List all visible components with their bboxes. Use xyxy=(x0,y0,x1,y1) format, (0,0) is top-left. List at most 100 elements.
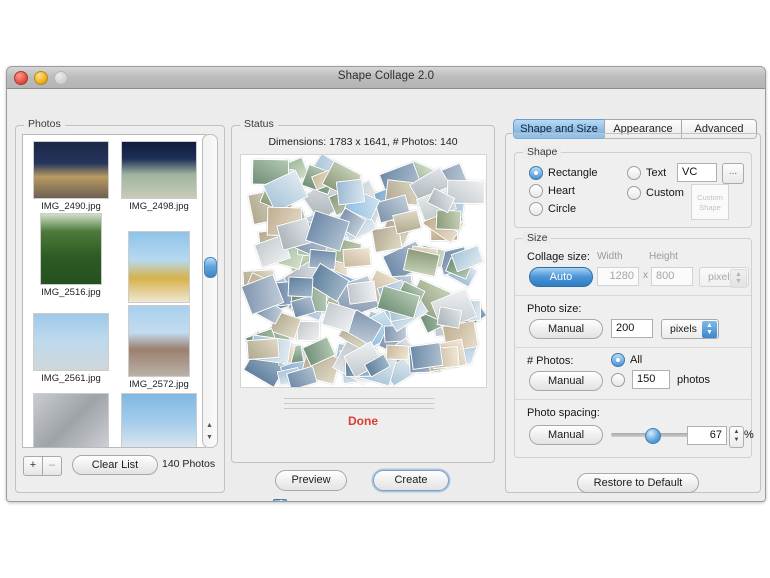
dimensions-label: Dimensions: 1783 x 1641, # Photos: 140 xyxy=(232,136,494,148)
list-item[interactable]: IMG_2572.jpg xyxy=(115,305,203,390)
photo-filename: IMG_2572.jpg xyxy=(115,379,203,390)
collage-size-label: Collage size: xyxy=(527,251,590,263)
radio-custom-photos-icon[interactable] xyxy=(611,373,625,387)
photo-size-mode-button[interactable]: Manual xyxy=(529,319,603,339)
collage-size-mode-button[interactable]: Auto xyxy=(529,267,593,287)
custom-shape-placeholder-line2: Shape xyxy=(692,203,728,213)
num-photos-label: # Photos: xyxy=(527,355,573,367)
collage-photo-tile xyxy=(247,338,280,360)
photo-size-label: Photo size: xyxy=(527,303,581,315)
photo-filename: IMG_2561.jpg xyxy=(27,373,115,384)
radio-text-icon[interactable] xyxy=(627,166,641,180)
radio-heart[interactable]: Heart xyxy=(529,184,575,198)
title-bar[interactable]: Shape Collage 2.0 xyxy=(7,67,765,89)
photo-size-input[interactable]: 200 xyxy=(611,319,653,338)
scroll-up-icon[interactable]: ▲ xyxy=(204,420,215,432)
create-button[interactable]: Create xyxy=(373,470,449,491)
num-photos-input[interactable]: 150 xyxy=(632,370,670,389)
radio-custom-photos[interactable] xyxy=(611,373,625,387)
photo-spacing-label: Photo spacing: xyxy=(527,407,600,419)
progress-indicator xyxy=(284,398,434,413)
scrollbar-thumb[interactable] xyxy=(204,257,217,278)
radio-custom[interactable]: Custom xyxy=(627,186,684,200)
scroll-down-icon[interactable]: ▼ xyxy=(204,432,215,444)
photo-size-units-select[interactable]: pixels ▲▼ xyxy=(661,319,719,339)
spacing-stepper[interactable]: ▲▼ xyxy=(729,426,744,448)
chevron-updown-icon: ▲▼ xyxy=(702,321,717,338)
photo-list[interactable]: IMG_2490.jpg IMG_2498.jpg IMG_2516.jpg xyxy=(22,134,206,448)
collage-photo-tile xyxy=(297,321,321,342)
shape-text-input[interactable]: VC xyxy=(677,163,717,182)
status-panel: Status Dimensions: 1783 x 1641, # Photos… xyxy=(231,125,495,463)
radio-heart-icon[interactable] xyxy=(529,184,543,198)
collage-width-input[interactable]: 1280 xyxy=(597,267,639,286)
shape-section-legend: Shape xyxy=(523,146,561,158)
spacing-unit-label: % xyxy=(744,429,754,441)
photo-filename: IMG_2490.jpg xyxy=(27,201,115,212)
num-photos-suffix: photos xyxy=(677,374,710,386)
photo-thumbnail xyxy=(121,393,197,448)
dimension-separator: x xyxy=(643,270,648,281)
collage-height-input[interactable]: 800 xyxy=(651,267,693,286)
collage-photo-tile xyxy=(409,342,443,370)
list-item[interactable]: IMG_2525.jpg xyxy=(115,231,203,316)
collage-photo-tile xyxy=(342,247,371,268)
photo-filename: IMG_2516.jpg xyxy=(27,287,115,298)
collage-units-select[interactable]: pixels ▲▼ xyxy=(699,267,749,287)
height-label: Height xyxy=(649,251,678,262)
screen: Shape Collage 2.0 Photos IMG_2490.jpg IM… xyxy=(0,0,770,578)
radio-circle-label: Circle xyxy=(548,203,576,215)
collage-photo-tile xyxy=(346,281,376,305)
photo-thumbnail xyxy=(40,213,102,285)
watch-animation-label: Watch layout animation xyxy=(292,500,406,502)
settings-panel: Shape Rectangle Heart Circle xyxy=(505,133,761,493)
radio-text[interactable]: Text xyxy=(627,166,666,180)
photos-panel: Photos IMG_2490.jpg IMG_2498.jpg xyxy=(15,125,225,493)
list-item[interactable] xyxy=(27,393,115,448)
restore-to-default-button[interactable]: Restore to Default xyxy=(577,473,699,493)
photo-list-scrollbar[interactable]: ▲ ▼ xyxy=(202,134,218,448)
list-item[interactable]: IMG_2516.jpg xyxy=(27,213,115,298)
list-item[interactable]: IMG_2498.jpg xyxy=(115,141,203,212)
radio-circle[interactable]: Circle xyxy=(529,202,576,216)
window-body: Photos IMG_2490.jpg IMG_2498.jpg xyxy=(7,89,765,501)
photo-thumbnail xyxy=(33,141,109,199)
slider-thumb[interactable] xyxy=(645,428,661,444)
preview-button[interactable]: Preview xyxy=(275,470,347,491)
scrollbar-arrows[interactable]: ▲ ▼ xyxy=(204,420,215,446)
photo-filename: IMG_2498.jpg xyxy=(115,201,203,212)
list-item[interactable]: IMG_2490.jpg xyxy=(27,141,115,212)
radio-all-photos-icon[interactable] xyxy=(611,353,625,367)
radio-rectangle-icon[interactable] xyxy=(529,166,543,180)
collage-photo-tile xyxy=(336,179,365,205)
radio-circle-icon[interactable] xyxy=(529,202,543,216)
browse-shape-button[interactable]: ... xyxy=(722,163,744,184)
radio-all-photos[interactable]: All xyxy=(611,353,642,367)
photo-size-units-value: pixels xyxy=(670,323,697,335)
radio-custom-label: Custom xyxy=(646,187,684,199)
application-window: Shape Collage 2.0 Photos IMG_2490.jpg IM… xyxy=(6,66,766,502)
size-section: Size Collage size: Width Height Auto 128… xyxy=(514,238,752,458)
custom-shape-placeholder-line1: Custom xyxy=(692,193,728,203)
num-photos-mode-button[interactable]: Manual xyxy=(529,371,603,391)
radio-rectangle[interactable]: Rectangle xyxy=(529,166,598,180)
shape-section: Shape Rectangle Heart Circle xyxy=(514,152,752,228)
collage-preview[interactable] xyxy=(240,154,487,388)
list-item[interactable]: IMG_2561.jpg xyxy=(27,313,115,384)
radio-custom-icon[interactable] xyxy=(627,186,641,200)
photo-thumbnail-grid: IMG_2490.jpg IMG_2498.jpg IMG_2516.jpg xyxy=(23,135,205,448)
watch-animation-checkbox[interactable] xyxy=(273,499,287,502)
radio-text-label: Text xyxy=(646,167,666,179)
collage-photo-tile xyxy=(386,344,410,360)
list-item[interactable] xyxy=(115,393,203,448)
remove-photos-button[interactable]: – xyxy=(43,456,62,476)
custom-shape-dropzone[interactable]: Custom Shape xyxy=(691,184,729,220)
spacing-mode-button[interactable]: Manual xyxy=(529,425,603,445)
watch-animation-row[interactable]: Watch layout animation xyxy=(273,499,406,502)
photo-thumbnail xyxy=(121,141,197,199)
collage-photo-tile xyxy=(287,276,313,298)
clear-list-button[interactable]: Clear List xyxy=(72,455,158,475)
radio-heart-label: Heart xyxy=(548,185,575,197)
spacing-value-input[interactable]: 67 xyxy=(687,426,727,445)
add-photos-button[interactable]: + xyxy=(23,456,43,476)
